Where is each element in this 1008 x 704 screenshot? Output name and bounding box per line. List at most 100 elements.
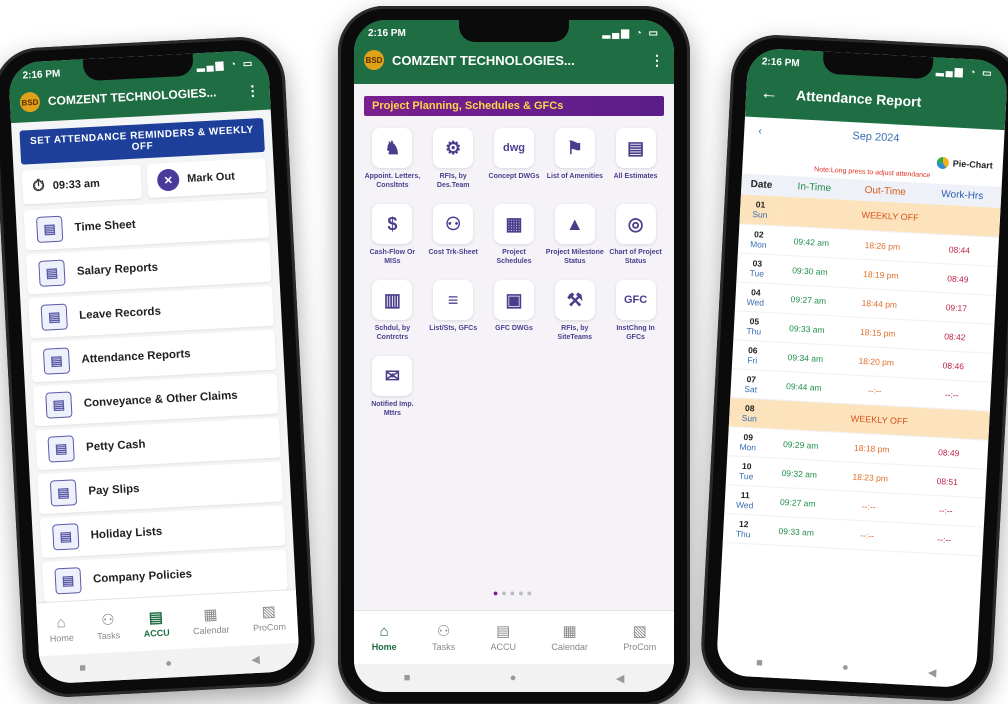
nav-procom[interactable]: ▧ ProCom bbox=[623, 624, 656, 652]
nav-home[interactable]: ⌂ Home bbox=[49, 613, 75, 644]
mark-out-label: Mark Out bbox=[186, 170, 236, 185]
module-tile[interactable]: GFC InstChng In GFCs bbox=[605, 280, 666, 342]
date-cell: 10 Tue bbox=[725, 455, 768, 487]
nav-home-label: Home bbox=[49, 632, 75, 644]
nav-calendar[interactable]: ▦ Calendar bbox=[551, 624, 588, 652]
in-time-cell: 09:33 am bbox=[773, 312, 841, 345]
module-label: Notified Imp. Mttrs bbox=[371, 401, 414, 417]
reminder-banner[interactable]: SET ATTENDANCE REMINDERS & WEEKLY OFF bbox=[19, 117, 265, 165]
date-cell: 02 Mon bbox=[737, 223, 780, 255]
overflow-menu-icon[interactable]: ⋮ bbox=[245, 82, 260, 100]
module-tile[interactable]: dwg Concept DWGs bbox=[484, 128, 545, 190]
date-cell: 05 Thu bbox=[733, 310, 775, 342]
procom-icon: ▧ bbox=[632, 622, 647, 640]
nav-calendar[interactable]: ▦ Calendar bbox=[192, 606, 230, 636]
home-button-icon[interactable]: ● bbox=[510, 672, 517, 684]
module-tile[interactable]: ⚑ List of Amenities bbox=[544, 128, 605, 190]
nav-tasks[interactable]: ⚇ Tasks bbox=[432, 624, 455, 652]
menu-item[interactable]: ▤ Leave Records bbox=[28, 285, 275, 339]
module-label: Chart of Project Status bbox=[609, 249, 662, 265]
weekday: Tue bbox=[749, 267, 765, 279]
calendar-icon: ▦ bbox=[202, 605, 219, 624]
home-button-icon[interactable]: ● bbox=[842, 661, 849, 673]
module-icon: ▦ bbox=[493, 204, 534, 244]
weekday: Fri bbox=[747, 354, 758, 366]
back-arrow-icon[interactable]: ← bbox=[760, 82, 779, 104]
in-time-cell: 09:34 am bbox=[771, 341, 839, 374]
module-icon: ▣ bbox=[493, 280, 534, 320]
signal-icons: ▂▄▆ ◔ ▭ bbox=[935, 64, 994, 79]
back-icon[interactable]: ◀ bbox=[928, 665, 937, 678]
menu-item[interactable]: ▤ Conveyance & Other Claims bbox=[32, 373, 279, 427]
date-cell: 04 Wed bbox=[734, 281, 777, 313]
recents-icon[interactable]: ■ bbox=[756, 657, 763, 669]
back-icon[interactable]: ◀ bbox=[251, 652, 260, 665]
module-tile[interactable]: ⚒ RFIs, by SiteTeams bbox=[544, 280, 605, 342]
overflow-menu-icon[interactable]: ⋮ bbox=[650, 52, 664, 69]
phone-center: 2:16 PM ▂▄▆ ◔ ▭ BSD COMZENT TECHNOLOGIES… bbox=[338, 6, 690, 704]
module-icon: GFC bbox=[615, 280, 656, 320]
salary-icon: ▤ bbox=[38, 259, 66, 287]
recents-icon[interactable]: ■ bbox=[404, 672, 411, 684]
module-grid: ♞ Appoint. Letters, Consltnts ⚙ RFIs, by De… bbox=[354, 124, 674, 422]
home-icon: ⌂ bbox=[379, 622, 389, 640]
out-time-cell: 18:18 pm bbox=[832, 431, 911, 465]
module-label: InstChng In GFCs bbox=[616, 325, 655, 341]
module-tile[interactable]: ✉ Notified Imp. Mttrs bbox=[362, 356, 423, 418]
nav-accu[interactable]: ▤ ACCU bbox=[142, 608, 169, 638]
work-hours-cell: 08:46 bbox=[913, 348, 993, 382]
menu-item[interactable]: ▤ Pay Slips bbox=[37, 461, 284, 515]
module-tile[interactable]: ▣ GFC DWGs bbox=[484, 280, 545, 342]
module-tile[interactable]: $ Cash-Flow Or MISs bbox=[362, 204, 423, 266]
procom-icon: ▧ bbox=[261, 602, 277, 621]
section-title: Project Planning, Schedules & GFCs bbox=[364, 96, 664, 116]
leave-icon: ▤ bbox=[40, 303, 68, 331]
module-tile[interactable]: ◎ Chart of Project Status bbox=[605, 204, 666, 266]
nav-accu[interactable]: ▤ ACCU bbox=[490, 624, 516, 652]
nav-procom[interactable]: ▧ ProCom bbox=[252, 602, 286, 632]
status-time: 2:16 PM bbox=[761, 55, 800, 69]
module-label: List of Amenities bbox=[546, 173, 603, 180]
menu-item[interactable]: ▤ Time Sheet bbox=[23, 197, 270, 251]
home-button-icon[interactable]: ● bbox=[165, 657, 172, 669]
nav-tasks-label: Tasks bbox=[96, 629, 121, 641]
module-tile[interactable]: ▲ Project Milestone Status bbox=[544, 204, 605, 266]
date-cell: 01 Sun bbox=[739, 194, 781, 226]
signal-icons: ▂▄▆ ◔ ▭ bbox=[602, 27, 660, 39]
tasks-icon: ⚇ bbox=[436, 622, 451, 640]
system-nav-bar: ■ ● ◀ bbox=[354, 664, 674, 692]
nav-accu-label: ACCU bbox=[490, 641, 516, 652]
menu-item[interactable]: ▤ Petty Cash bbox=[35, 417, 281, 471]
module-label: GFC DWGs bbox=[495, 325, 533, 332]
module-tile[interactable]: ▥ Schdul, by Contrctrs bbox=[362, 280, 423, 342]
work-hours-cell: 08:44 bbox=[919, 232, 1000, 266]
module-tile[interactable]: ≡ List/Sts, GFCs bbox=[423, 280, 484, 342]
nav-calendar-label: Calendar bbox=[192, 623, 230, 636]
in-time-cell: 09:44 am bbox=[770, 370, 838, 403]
camera-notch bbox=[459, 20, 569, 42]
module-tile[interactable]: ▤ All Estimates bbox=[605, 128, 666, 190]
date-cell: 09 Mon bbox=[727, 426, 769, 458]
policy-icon: ▤ bbox=[54, 567, 82, 595]
module-tile[interactable]: ⚙ RFIs, by Des.Team bbox=[423, 128, 484, 190]
menu-item[interactable]: ▤ Holiday Lists bbox=[39, 505, 286, 559]
module-icon: ▥ bbox=[372, 280, 413, 320]
attendance-table: Date In-Time Out-Time Work-Hrs 01 Sun WEEK… bbox=[722, 173, 1002, 556]
back-icon[interactable]: ◀ bbox=[616, 672, 624, 685]
mark-out-icon: ✕ bbox=[156, 168, 180, 192]
module-tile[interactable]: ▦ Project Schedules bbox=[484, 204, 545, 266]
nav-tasks[interactable]: ⚇ Tasks bbox=[96, 611, 121, 641]
module-icon: ⚙ bbox=[433, 128, 474, 168]
module-tile[interactable]: ⚇ Cost Trk-Sheet bbox=[423, 204, 484, 266]
work-hours-cell: 08:49 bbox=[909, 435, 989, 469]
menu-item[interactable]: ▤ Attendance Reports bbox=[30, 329, 277, 383]
out-time-cell: 18:20 pm bbox=[837, 344, 916, 378]
out-time-cell: 18:15 pm bbox=[838, 315, 917, 349]
recents-icon[interactable]: ■ bbox=[79, 662, 86, 674]
menu-item-label: Pay Slips bbox=[88, 482, 140, 498]
mark-out-button[interactable]: ✕ Mark Out bbox=[146, 157, 267, 199]
module-tile[interactable]: ♞ Appoint. Letters, Consltnts bbox=[362, 128, 423, 190]
nav-home[interactable]: ⌂ Home bbox=[372, 624, 397, 652]
status-time: 2:16 PM bbox=[368, 27, 406, 39]
menu-item[interactable]: ▤ Salary Reports bbox=[25, 241, 272, 295]
